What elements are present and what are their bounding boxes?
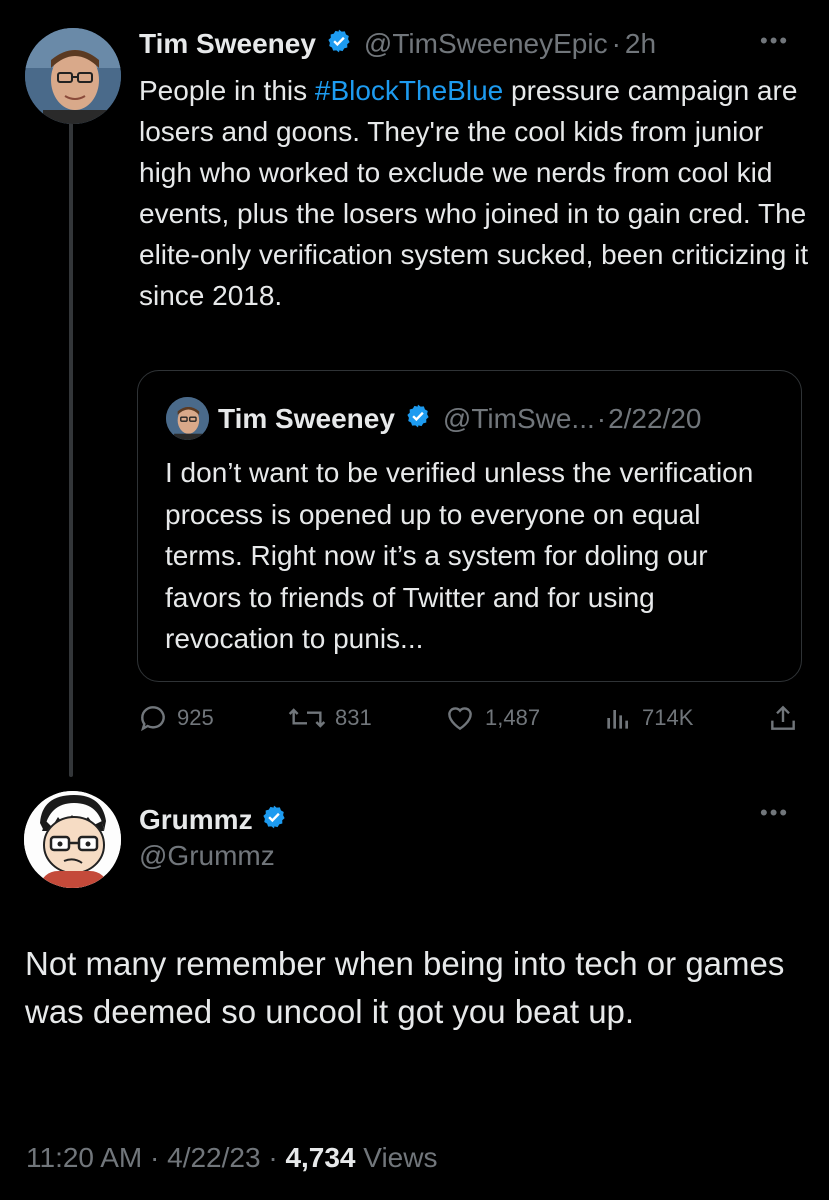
quoted-author-name: Tim Sweeney [218, 403, 395, 434]
time-ago[interactable]: 2h [625, 28, 656, 60]
verified-badge-icon [326, 28, 352, 61]
author-handle[interactable]: @TimSweeneyEpic [364, 28, 608, 60]
retweet-button[interactable]: 831 [287, 700, 372, 736]
views-icon [607, 710, 628, 729]
share-icon [771, 705, 795, 730]
thread-connector-line [69, 122, 73, 777]
tweet-time[interactable]: 11:20 AM [26, 1142, 142, 1173]
tweet-text: People in this #BlockTheBlue pressure ca… [139, 70, 809, 316]
separator-dot: · [150, 1142, 160, 1173]
author-name[interactable]: Tim Sweeney [139, 28, 316, 60]
tweet-actions: 925 831 1,487 714K [137, 700, 807, 736]
like-count: 1,487 [485, 705, 541, 730]
reply-header: Grummz [139, 800, 287, 840]
tweet-header: Tim Sweeney @TimSweeneyEpic · 2h [139, 24, 656, 64]
quoted-avatar [166, 397, 209, 440]
quoted-text: I don’t want to be verified unless the v… [165, 457, 754, 654]
hashtag-link[interactable]: #BlockTheBlue [315, 75, 503, 106]
verified-badge-icon [261, 804, 287, 837]
like-button[interactable]: 1,487 [443, 700, 540, 736]
tweet-text-rest: pressure campaign are losers and goons. … [139, 75, 809, 311]
reply-button[interactable]: 925 [137, 700, 214, 736]
reply-icon [141, 706, 165, 732]
separator-dot: · [268, 1142, 278, 1173]
retweet-count: 831 [335, 705, 372, 730]
tweet-meta: 11:20 AM · 4/22/23 · 4,734 Views [26, 1142, 437, 1174]
separator-dot: · [611, 28, 621, 59]
quoted-handle: @TimSwe... [442, 403, 595, 434]
reply-count: 925 [177, 705, 214, 730]
views-label: Views [355, 1142, 438, 1173]
views-count: 714K [642, 705, 694, 730]
verified-badge-icon [405, 403, 431, 436]
more-icon[interactable]: ••• [760, 800, 789, 826]
more-icon[interactable]: ••• [760, 28, 789, 54]
avatar-grummz[interactable] [24, 791, 121, 888]
quoted-header: Tim Sweeney @TimSwe... · 2/22/20 [218, 398, 702, 440]
like-icon [448, 707, 472, 731]
reply-author-handle[interactable]: @Grummz [139, 840, 275, 872]
quoted-date: 2/22/20 [608, 403, 702, 434]
share-button[interactable] [767, 700, 807, 736]
tweet-date[interactable]: 4/22/23 [167, 1142, 260, 1173]
separator-dot: · [596, 403, 607, 434]
views-total: 4,734 [285, 1142, 356, 1173]
reply-author-name[interactable]: Grummz [139, 804, 253, 836]
avatar-tim-sweeney[interactable] [25, 28, 121, 124]
retweet-icon [288, 708, 326, 728]
tweet-text-start: People in this [139, 75, 315, 106]
views-button[interactable]: 714K [602, 700, 693, 736]
reply-text: Not many remember when being into tech o… [25, 945, 785, 1030]
